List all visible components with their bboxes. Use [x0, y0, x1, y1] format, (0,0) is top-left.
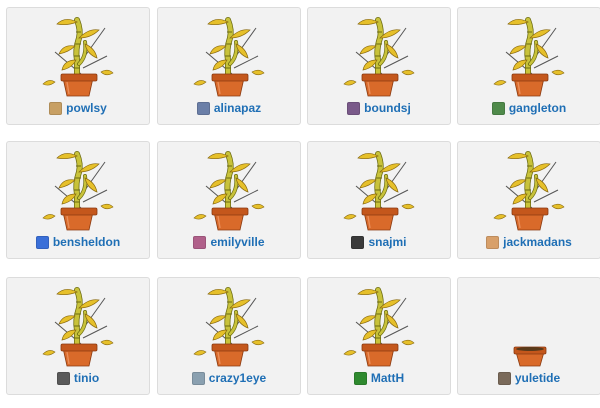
user-plant-card[interactable]: crazy1eye — [157, 277, 301, 395]
username-link[interactable]: bensheldon — [53, 235, 120, 249]
user-label: tinio — [7, 370, 149, 386]
user-plant-card[interactable]: powlsy — [6, 7, 150, 125]
photo-avatar-icon[interactable] — [347, 101, 361, 115]
user-plant-card[interactable]: emilyville — [157, 141, 301, 259]
bamboo-plant-icon — [41, 150, 117, 232]
username-link[interactable]: MattH — [371, 371, 404, 385]
username-link[interactable]: powlsy — [66, 101, 107, 115]
user-plant-card[interactable]: snajmi — [307, 141, 451, 259]
username-link[interactable]: gangleton — [509, 101, 566, 115]
user-label: jackmadans — [458, 234, 600, 250]
badge-avatar-icon[interactable] — [35, 235, 49, 249]
username-link[interactable]: yuletide — [515, 371, 560, 385]
photo-avatar-icon[interactable] — [491, 101, 505, 115]
user-plant-card[interactable]: boundsj — [307, 7, 451, 125]
username-link[interactable]: crazy1eye — [209, 371, 266, 385]
bamboo-plant-icon — [41, 286, 117, 368]
user-label: alinapaz — [158, 100, 300, 116]
user-label: emilyville — [158, 234, 300, 250]
user-label: snajmi — [308, 234, 450, 250]
username-link[interactable]: alinapaz — [214, 101, 261, 115]
photo-avatar-icon[interactable] — [196, 101, 210, 115]
photo-avatar-icon[interactable] — [191, 371, 205, 385]
user-plant-card[interactable]: alinapaz — [157, 7, 301, 125]
username-link[interactable]: snajmi — [368, 235, 406, 249]
bamboo-plant-icon — [342, 150, 418, 232]
user-plant-card[interactable]: jackmadans — [457, 141, 600, 259]
bamboo-plant-icon — [492, 16, 568, 98]
user-label: crazy1eye — [158, 370, 300, 386]
photo-avatar-icon[interactable] — [351, 235, 365, 249]
user-label: powlsy — [7, 100, 149, 116]
fox-avatar-icon[interactable] — [49, 101, 63, 115]
bamboo-plant-icon — [192, 150, 268, 232]
username-link[interactable]: jackmadans — [503, 235, 572, 249]
user-label: bensheldon — [7, 234, 149, 250]
bamboo-plant-icon — [41, 16, 117, 98]
user-label: MattH — [308, 370, 450, 386]
user-plant-card[interactable]: MattH — [307, 277, 451, 395]
photo-avatar-icon[interactable] — [486, 235, 500, 249]
bamboo-plant-icon — [192, 16, 268, 98]
user-plant-card[interactable]: gangleton — [457, 7, 600, 125]
username-link[interactable]: tinio — [74, 371, 99, 385]
bamboo-plant-icon — [342, 286, 418, 368]
photo-avatar-icon[interactable] — [56, 371, 70, 385]
user-plant-card[interactable]: tinio — [6, 277, 150, 395]
user-plant-card[interactable]: bensheldon — [6, 141, 150, 259]
user-label: gangleton — [458, 100, 600, 116]
bamboo-plant-icon — [192, 286, 268, 368]
photo-avatar-icon[interactable] — [497, 371, 511, 385]
bamboo-plant-icon — [342, 16, 418, 98]
user-label: boundsj — [308, 100, 450, 116]
empty-pot-icon — [492, 286, 568, 368]
photo-avatar-icon[interactable] — [193, 235, 207, 249]
user-plant-grid: powlsy alinapaz boundsj gangleton benshe… — [0, 0, 600, 408]
username-link[interactable]: emilyville — [210, 235, 264, 249]
user-label: yuletide — [458, 370, 600, 386]
username-link[interactable]: boundsj — [364, 101, 411, 115]
green-square-avatar-icon[interactable] — [353, 371, 367, 385]
user-plant-card[interactable]: yuletide — [457, 277, 600, 395]
bamboo-plant-icon — [492, 150, 568, 232]
